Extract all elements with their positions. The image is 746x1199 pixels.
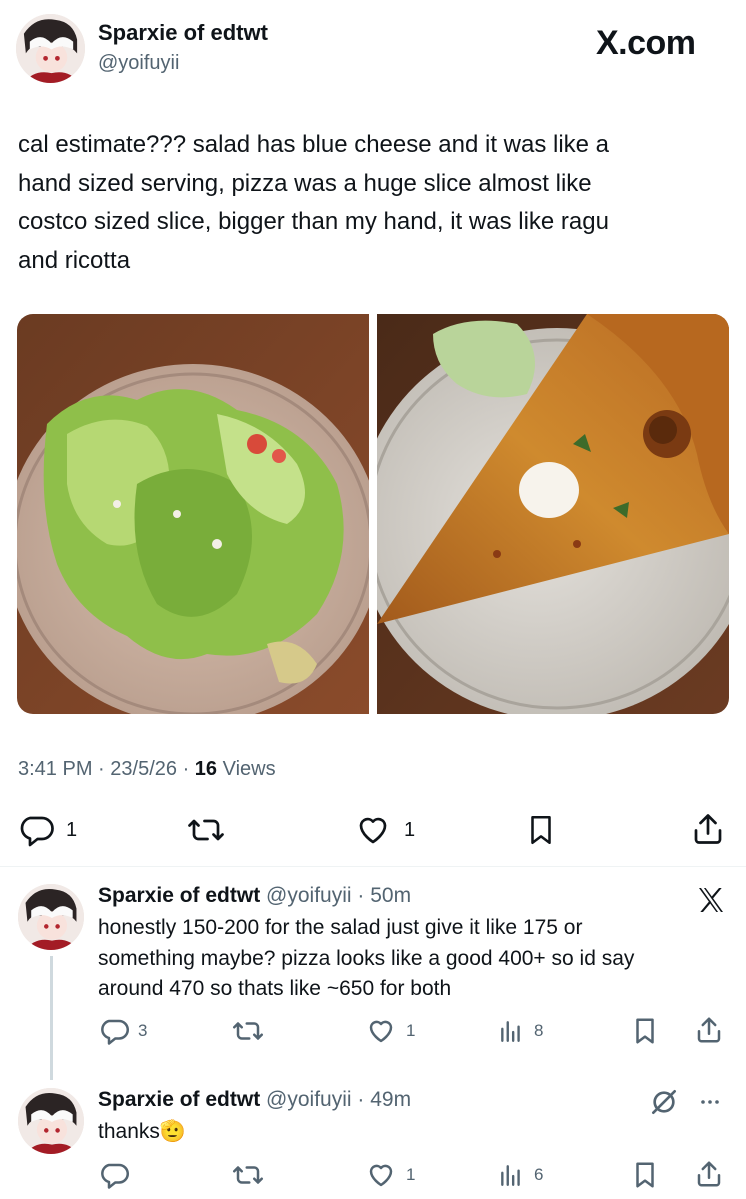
reply-share-button[interactable] <box>694 1158 724 1190</box>
bookmark-button[interactable] <box>524 812 558 848</box>
meta-separator: · <box>98 758 111 780</box>
tweet-text-line: and ricotta <box>18 246 131 274</box>
tweet-text-line: hand sized serving, pizza was a huge sli… <box>18 169 592 197</box>
author-handle[interactable]: @yoifuyii <box>98 52 179 75</box>
reply-text-line: something maybe? pizza looks like a good… <box>98 946 635 970</box>
reply-text: thanks🫡 <box>98 1117 186 1147</box>
grok-icon[interactable] <box>648 1086 680 1123</box>
reply-retweet-button[interactable] <box>230 1016 266 1046</box>
like-count: 1 <box>406 1021 416 1040</box>
retweet-icon <box>230 1016 266 1046</box>
reply-time[interactable]: 50m <box>370 884 411 907</box>
reply-header: Sparxie of edtwt @yoifuyii · 50m <box>98 884 411 908</box>
salad-image <box>17 314 369 714</box>
retweet-button[interactable] <box>186 812 238 848</box>
reply-text-line: thanks <box>98 1120 160 1143</box>
reply-icon <box>98 1016 130 1046</box>
like-count: 1 <box>406 1165 416 1184</box>
saluting-face-emoji: 🫡 <box>159 1120 187 1143</box>
salad-photo[interactable] <box>17 314 369 714</box>
reply-text-line: around 470 so thats like ~650 for both <box>98 977 452 1000</box>
heart-icon <box>364 1016 398 1046</box>
share-icon <box>694 1014 724 1046</box>
like-button[interactable]: 1 <box>354 812 415 848</box>
tweet-text-line: costco sized slice, bigger than my hand,… <box>18 208 609 235</box>
reply-count: 3 <box>138 1021 148 1040</box>
tweet-time[interactable]: 3:41 PM <box>18 758 92 780</box>
views-count: 16 <box>194 758 218 780</box>
reply-text-line: honestly 150-200 for the salad just give… <box>98 916 583 939</box>
reply-author-handle[interactable]: @yoifuyii <box>266 1088 352 1111</box>
reply-icon <box>18 812 54 848</box>
reply-author-name[interactable]: Sparxie of edtwt <box>98 884 260 907</box>
reply-retweet-button[interactable] <box>230 1160 266 1190</box>
reply-author-handle[interactable]: @yoifuyii <box>266 884 352 907</box>
heart-icon <box>364 1160 398 1190</box>
avatar-image <box>18 1088 84 1154</box>
reply-bookmark-button[interactable] <box>630 1016 660 1046</box>
reply-like-button[interactable]: 1 <box>364 1160 415 1190</box>
reply-author-name[interactable]: Sparxie of edtwt <box>98 1088 260 1111</box>
tweet-text: cal estimate??? salad has blue cheese an… <box>18 126 728 280</box>
reply-share-button[interactable] <box>694 1014 724 1046</box>
thread-line <box>50 956 53 1080</box>
pizza-image <box>377 314 729 714</box>
views-count: 8 <box>534 1021 544 1040</box>
bookmark-icon <box>630 1016 660 1046</box>
more-options-icon[interactable] <box>696 1090 724 1119</box>
pizza-photo[interactable] <box>377 314 729 714</box>
author-name[interactable]: Sparxie of edtwt <box>98 20 268 46</box>
tweet-date[interactable]: 23/5/26 <box>110 758 177 780</box>
meta-separator: · <box>182 758 195 780</box>
reply-reply-button[interactable]: 3 <box>98 1016 147 1046</box>
author-avatar[interactable] <box>16 14 85 83</box>
retweet-icon <box>230 1160 266 1190</box>
tweet-meta: 3:41 PM · 23/5/26 · 16 Views <box>18 758 276 781</box>
avatar-image <box>16 14 85 83</box>
share-icon <box>690 810 726 848</box>
share-button[interactable] <box>690 810 726 848</box>
views-chart-icon <box>498 1016 524 1046</box>
divider <box>0 866 746 867</box>
x-com-watermark: X.com <box>596 24 696 62</box>
views-label: Views <box>222 758 276 780</box>
reply-header: Sparxie of edtwt @yoifuyii · 49m <box>98 1088 411 1112</box>
reply-text: honestly 150-200 for the salad just give… <box>98 913 728 1005</box>
tweet-text-line: cal estimate??? salad has blue cheese an… <box>18 131 610 158</box>
reply-icon <box>98 1160 130 1190</box>
views-count: 6 <box>534 1165 544 1184</box>
bookmark-icon <box>630 1160 660 1190</box>
views-chart-icon <box>498 1160 524 1190</box>
meta-separator: · <box>351 884 371 907</box>
heart-icon <box>354 812 392 848</box>
reply-time[interactable]: 49m <box>370 1088 411 1111</box>
avatar-image <box>18 884 84 950</box>
reply-avatar[interactable] <box>18 884 84 950</box>
share-icon <box>694 1158 724 1190</box>
reply-avatar[interactable] <box>18 1088 84 1154</box>
bookmark-icon <box>524 812 558 848</box>
reply-like-button[interactable]: 1 <box>364 1016 415 1046</box>
retweet-icon <box>186 812 226 848</box>
reply-reply-button[interactable] <box>98 1160 130 1190</box>
meta-separator: · <box>351 1088 371 1111</box>
reply-views-button[interactable]: 6 <box>498 1160 543 1190</box>
reply-button[interactable]: 1 <box>18 812 77 848</box>
reply-count: 1 <box>66 818 78 841</box>
like-count: 1 <box>404 818 416 841</box>
reply-bookmark-button[interactable] <box>630 1160 660 1190</box>
reply-views-button[interactable]: 8 <box>498 1016 543 1046</box>
